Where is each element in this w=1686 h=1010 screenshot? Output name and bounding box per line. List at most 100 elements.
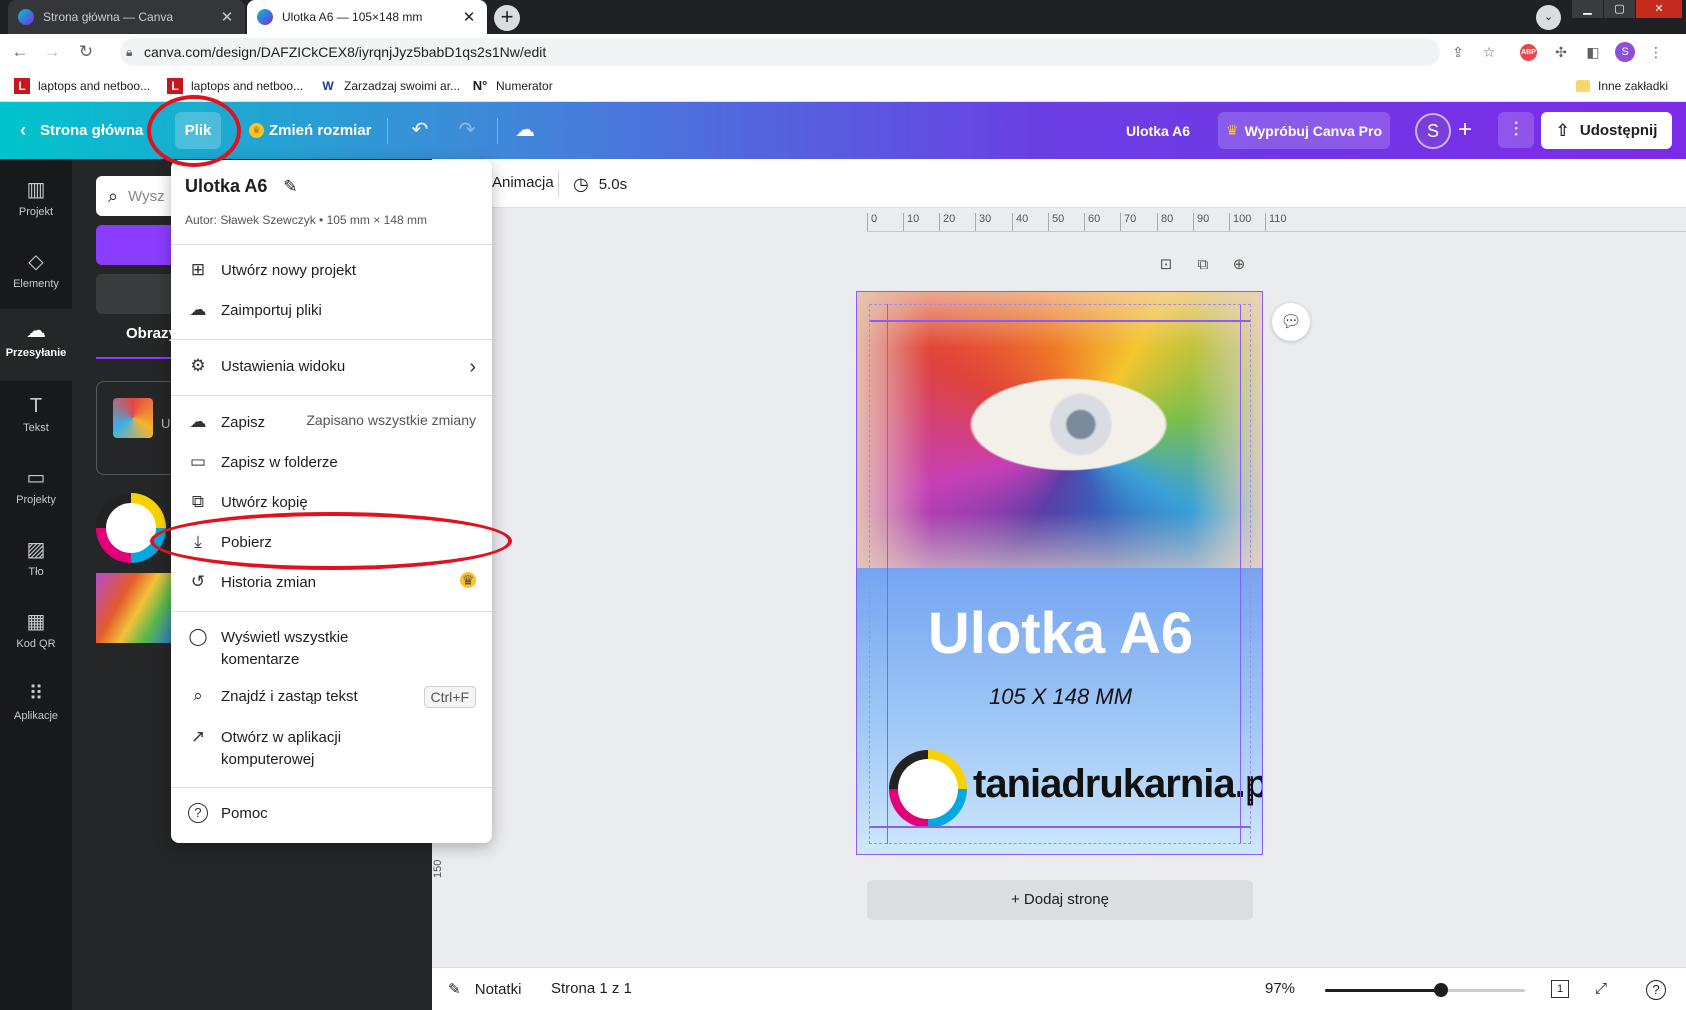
menu-title-text: Ulotka A6	[185, 176, 268, 196]
menu-item-label: Otwórz w aplikacji komputerowej	[221, 729, 342, 768]
menu-item-save[interactable]: ☁ Zapisz Zapisano wszystkie zmiany	[171, 412, 492, 434]
uploaded-eye-thumbnail[interactable]	[96, 573, 171, 643]
sidebar-item-elementy[interactable]: ◇ Elementy	[0, 240, 72, 304]
menu-item-show-comments[interactable]: ◯ Wyświetl wszystkie komentarze	[171, 627, 492, 671]
sidebar-item-aplikacje[interactable]: ⠿ Aplikacje	[0, 672, 72, 736]
menu-item-make-copy[interactable]: ⧉ Utwórz kopię	[171, 492, 492, 514]
bookmark-item[interactable]: W Zarzadzaj swoimi ar...	[320, 76, 460, 96]
canva-favicon-icon	[257, 9, 273, 25]
sidebar-item-przesylanie[interactable]: ☁ Przesyłanie	[0, 309, 72, 381]
home-button[interactable]: ‹ Strona główna	[20, 112, 143, 149]
menu-item-open-desktop-app[interactable]: ↗ Otwórz w aplikacji komputerowej	[171, 727, 492, 771]
star-bookmark-icon[interactable]: ☆	[1479, 42, 1499, 62]
resize-button[interactable]: ♛ Zmień rozmiar	[249, 112, 372, 149]
notes-pen-icon: ✎	[448, 981, 461, 998]
layout-template-icon: ▥	[26, 179, 46, 201]
duration-label: 5.0s	[598, 176, 628, 193]
vertical-ruler-tick: 150	[432, 859, 444, 879]
cloud-saved-icon[interactable]: ☁	[510, 115, 540, 145]
ruler-tick: 100	[1229, 213, 1251, 231]
sidebar-item-label: Projekty	[16, 494, 56, 506]
menu-item-import-files[interactable]: ☁ Zaimportuj pliki	[171, 300, 492, 322]
side-rail: ▥ Projekt ◇ Elementy ☁ Przesyłanie T Tek…	[0, 159, 72, 1010]
add-page-icon[interactable]: ⊕	[1229, 255, 1249, 275]
bookmark-label: laptops and netboo...	[191, 79, 304, 93]
pencil-edit-icon[interactable]: ✎	[283, 177, 297, 197]
folder-icon	[1576, 80, 1590, 92]
zoom-percent[interactable]: 97%	[1265, 980, 1295, 997]
sidebar-item-tlo[interactable]: ▨ Tło	[0, 528, 72, 592]
new-tab-button[interactable]: +	[494, 5, 520, 31]
duration-button[interactable]: ◷ 5.0s	[573, 174, 627, 195]
close-icon[interactable]: ✕	[219, 8, 235, 26]
sidebar-item-projekt[interactable]: ▥ Projekt	[0, 168, 72, 232]
zoom-slider-knob[interactable]	[1434, 983, 1448, 997]
cloud-upload-icon: ☁	[189, 300, 207, 319]
share-page-icon[interactable]: ⇪	[1448, 42, 1468, 62]
fullscreen-icon[interactable]: ⤢	[1595, 980, 1607, 997]
sidebar-item-projekty[interactable]: ▭ Projekty	[0, 456, 72, 520]
page-indicator[interactable]: Strona 1 z 1	[551, 980, 632, 997]
other-bookmarks-folder[interactable]: Inne zakładki	[1576, 76, 1668, 96]
menu-item-help[interactable]: ? Pomoc	[171, 803, 492, 825]
bg-remover-thumbnail	[113, 398, 153, 438]
page-grid-button[interactable]: 1	[1551, 980, 1569, 998]
chevron-left-icon: ‹	[20, 120, 26, 140]
help-button[interactable]: ?	[1646, 980, 1666, 1000]
profile-avatar[interactable]: S	[1615, 42, 1635, 62]
window-close-button[interactable]: ✕	[1636, 0, 1682, 18]
menu-author: Autor: Sławek Szewczyk • 105 mm × 148 mm	[185, 213, 427, 227]
ruler-tick: 90	[1193, 213, 1209, 231]
apps-grid-icon: ⠿	[28, 683, 44, 705]
back-arrow-icon[interactable]: ←	[10, 42, 30, 62]
menu-item-find-replace[interactable]: ⌕ Znajdź i zastąp tekst Ctrl+F	[171, 686, 492, 708]
share-button[interactable]: ⇧ Udostępnij	[1541, 112, 1672, 149]
bookmark-item[interactable]: L laptops and netboo...	[14, 76, 150, 96]
menu-doc-title[interactable]: Ulotka A6 ✎	[185, 176, 298, 197]
close-icon[interactable]: ✕	[461, 8, 477, 26]
browser-menu-icon[interactable]: ⋮	[1646, 42, 1666, 62]
menu-item-version-history[interactable]: ↺ Historia zmian ♛	[171, 572, 492, 594]
tab-search-chevron-icon[interactable]: ⌄	[1536, 5, 1561, 30]
document-title[interactable]: Ulotka A6	[1126, 112, 1190, 149]
ruler-tick: 60	[1084, 213, 1100, 231]
shapes-icon: ◇	[28, 251, 44, 273]
add-page-button[interactable]: + Dodaj stronę	[867, 880, 1253, 920]
lock-icon[interactable]: ⊡	[1156, 255, 1176, 275]
minimize-button[interactable]: ▁	[1572, 0, 1603, 18]
menu-item-view-settings[interactable]: ⚙ Ustawienia widoku ›	[171, 356, 492, 379]
user-avatar[interactable]: S	[1415, 113, 1451, 149]
bookmark-item[interactable]: L laptops and netboo...	[167, 76, 303, 96]
zoom-slider[interactable]	[1325, 983, 1525, 997]
add-comment-icon[interactable]: 💬︎	[1272, 303, 1310, 341]
maximize-button[interactable]: ▢	[1604, 0, 1635, 18]
try-pro-button[interactable]: ♛ Wypróbuj Canva Pro	[1218, 112, 1390, 149]
text-icon: T	[29, 395, 43, 417]
side-panel-icon[interactable]: ◧	[1583, 42, 1603, 62]
undo-icon[interactable]: ↶	[405, 115, 435, 145]
bookmark-item[interactable]: N° Numerator	[472, 76, 553, 96]
tab-ulotka[interactable]: Ulotka A6 — 105×148 mm ✕	[247, 0, 487, 34]
insights-chart-icon[interactable]: ⫶	[1498, 112, 1534, 148]
editor-footer: ✎ Notatki Strona 1 z 1 97% 1 ⤢ ?	[432, 967, 1686, 1010]
notes-button[interactable]: ✎ Notatki	[448, 980, 521, 998]
uploaded-logo-thumbnail[interactable]	[96, 493, 166, 563]
url-field[interactable]: 🔒︎ canva.com/design/DAFZICkCEX8/iyrqnjJy…	[120, 38, 1440, 66]
design-page[interactable]: Ulotka A6 105 X 148 MM taniadrukarnia.pl	[856, 291, 1263, 855]
menu-item-label: Ustawienia widoku	[221, 358, 346, 375]
add-collaborator-plus-icon[interactable]: +	[1450, 115, 1480, 145]
url-text: canva.com/design/DAFZICkCEX8/iyrqnjJyz5b…	[144, 44, 547, 60]
sidebar-item-tekst[interactable]: T Tekst	[0, 384, 72, 448]
reload-icon[interactable]: ↻	[76, 42, 96, 62]
duplicate-page-icon[interactable]: ⧉	[1193, 255, 1213, 275]
redo-icon[interactable]: ↷	[452, 115, 482, 145]
forward-arrow-icon[interactable]: →	[42, 42, 62, 62]
animation-button[interactable]: Animacja	[492, 174, 554, 191]
extensions-puzzle-icon[interactable]: ✣	[1551, 42, 1571, 62]
sidebar-item-kod-qr[interactable]: ▦ Kod QR	[0, 600, 72, 664]
adblock-icon[interactable]: ABP	[1520, 44, 1537, 61]
menu-item-save-to-folder[interactable]: ▭ Zapisz w folderze	[171, 452, 492, 474]
try-pro-label: Wypróbuj Canva Pro	[1244, 122, 1382, 139]
tab-canva-home[interactable]: Strona główna — Canva ✕	[8, 0, 245, 34]
menu-item-new-project[interactable]: ⊞ Utwórz nowy projekt	[171, 260, 492, 282]
